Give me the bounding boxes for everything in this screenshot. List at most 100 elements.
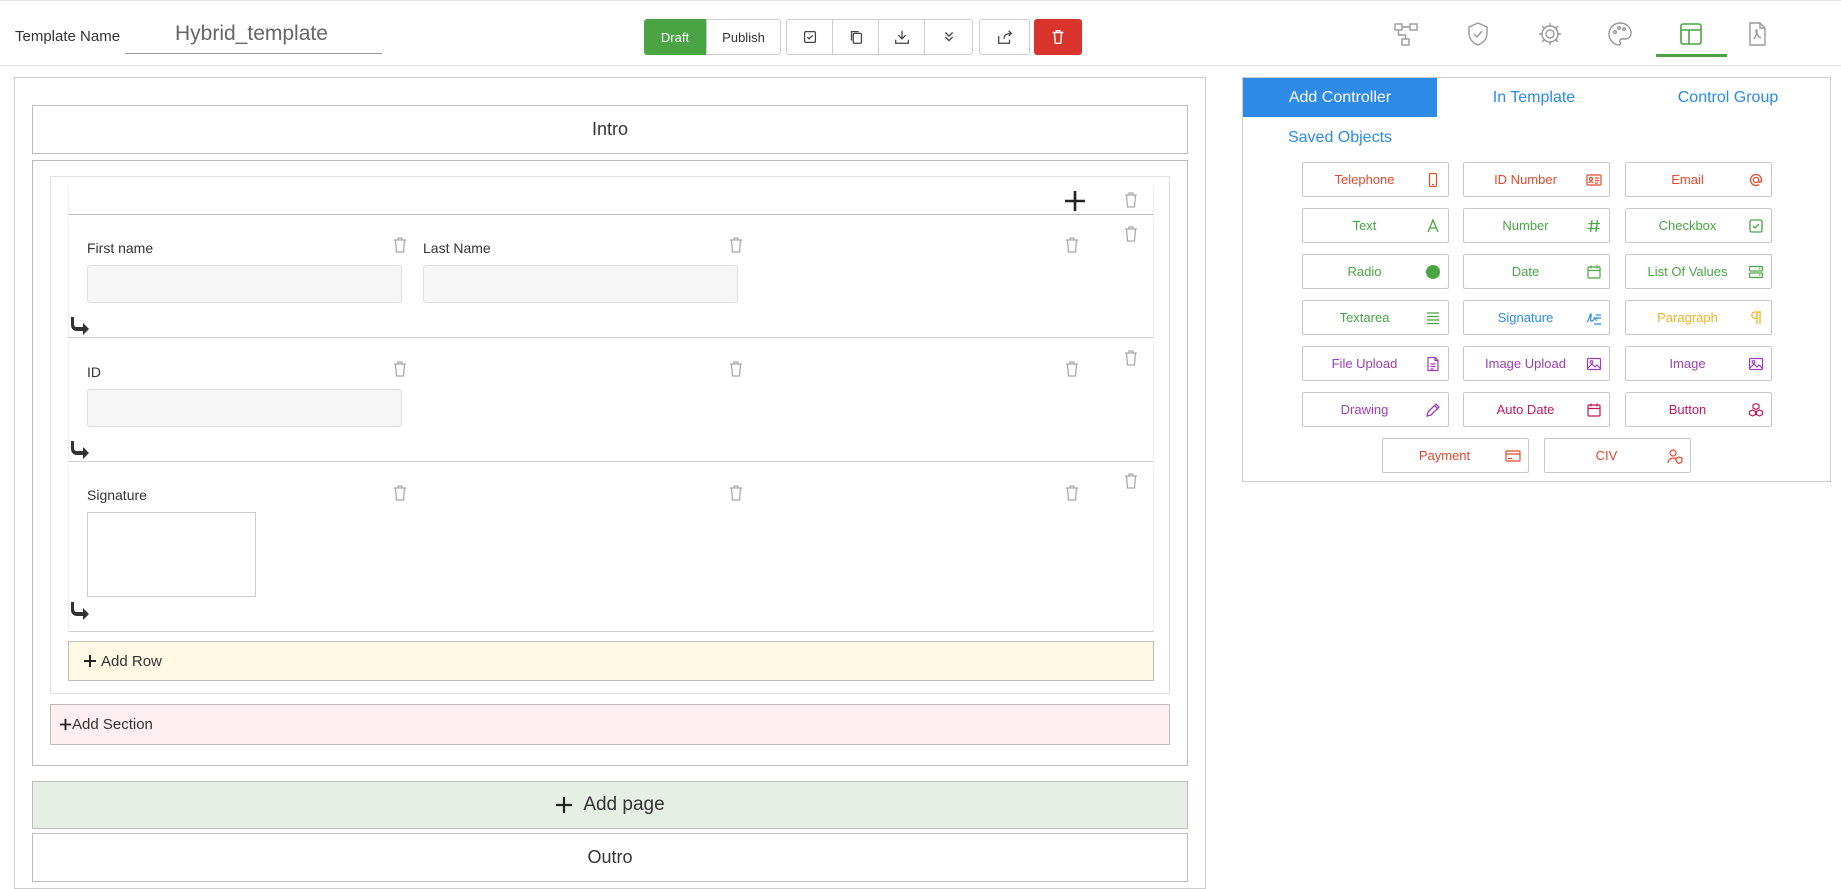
tab-in-template[interactable]: In Template [1437, 78, 1631, 117]
control-number[interactable]: Number [1463, 208, 1610, 243]
control-paragraph[interactable]: Paragraph [1625, 300, 1772, 335]
validate-button[interactable] [786, 19, 833, 55]
control-telephone[interactable]: Telephone [1302, 162, 1449, 197]
control-label: Radio [1347, 264, 1382, 279]
pilcrow-icon [1741, 310, 1771, 326]
lines-icon [1418, 310, 1448, 326]
checkbox-icon [1741, 218, 1771, 234]
intro-section[interactable]: Intro [32, 105, 1188, 154]
expand-button[interactable] [924, 19, 973, 55]
security-button[interactable] [1459, 16, 1497, 52]
share-icon [997, 30, 1012, 44]
arrow-icon [71, 441, 89, 459]
control-label: Button [1668, 402, 1707, 417]
trash-icon [1066, 237, 1078, 253]
delete-column-button[interactable] [1064, 360, 1080, 378]
trash-icon [1066, 361, 1078, 377]
control-drawing[interactable]: Drawing [1302, 392, 1449, 427]
move-row-handle[interactable] [68, 439, 90, 459]
control-textarea[interactable]: Textarea [1302, 300, 1449, 335]
id-card-icon [1579, 172, 1609, 188]
control-label: Number [1502, 218, 1549, 233]
signature-icon [1579, 310, 1609, 326]
expand-icon [944, 32, 953, 42]
control-email[interactable]: Email [1625, 162, 1772, 197]
at-icon [1741, 172, 1771, 188]
control-text[interactable]: Text [1302, 208, 1449, 243]
tab-add-controller[interactable]: Add Controller [1243, 78, 1437, 117]
control-payment[interactable]: Payment [1382, 438, 1529, 473]
field-label: ID [87, 364, 101, 380]
control-label: File Upload [1331, 356, 1398, 371]
publish-button[interactable]: Publish [706, 19, 781, 55]
control-label: Paragraph [1657, 310, 1718, 325]
trash-icon [730, 361, 742, 377]
add-row-button[interactable]: Add Row [68, 641, 1154, 681]
delete-field-button[interactable] [392, 360, 408, 378]
control-label: Drawing [1340, 402, 1389, 417]
delete-column-button[interactable] [728, 484, 744, 502]
control-button[interactable]: Button [1625, 392, 1772, 427]
trash-icon [1125, 226, 1137, 242]
first-name-field[interactable] [87, 265, 402, 303]
template-name-label: Template Name [15, 28, 121, 45]
draft-button[interactable]: Draft [644, 19, 706, 55]
control-file-upload[interactable]: File Upload [1302, 346, 1449, 381]
settings-button[interactable] [1531, 16, 1569, 52]
control-auto-date[interactable]: Auto Date [1463, 392, 1610, 427]
tab-saved-objects[interactable]: Saved Objects [1243, 118, 1437, 157]
delete-field-button[interactable] [392, 236, 408, 254]
share-button[interactable] [979, 19, 1030, 55]
trash-icon [394, 361, 406, 377]
workflow-button[interactable] [1387, 16, 1425, 52]
pdf-button[interactable] [1738, 16, 1776, 52]
tab-control-group[interactable]: Control Group [1631, 78, 1825, 117]
add-row-label: Add Row [101, 652, 162, 670]
control-radio[interactable]: Radio [1302, 254, 1449, 289]
add-section-button[interactable]: Add Section [50, 704, 1170, 745]
delete-row-button[interactable] [1123, 472, 1139, 490]
control-label: Checkbox [1658, 218, 1717, 233]
layout-button[interactable] [1672, 16, 1710, 52]
download-button[interactable] [878, 19, 925, 55]
delete-column-button[interactable] [1064, 236, 1080, 254]
control-checkbox[interactable]: Checkbox [1625, 208, 1772, 243]
image-icon [1741, 356, 1771, 372]
delete-section-button[interactable] [1123, 191, 1139, 209]
signature-pad[interactable] [87, 512, 256, 597]
delete-template-button[interactable] [1034, 19, 1082, 55]
control-label: Date [1511, 264, 1540, 279]
template-name-input[interactable] [125, 14, 382, 54]
delete-field-button[interactable] [728, 236, 744, 254]
image-icon [1579, 356, 1609, 372]
control-date[interactable]: Date [1463, 254, 1610, 289]
id-field[interactable] [87, 389, 402, 427]
control-image[interactable]: Image [1625, 346, 1772, 381]
delete-column-button[interactable] [1064, 484, 1080, 502]
outro-section[interactable]: Outro [32, 833, 1188, 882]
copy-icon [850, 30, 862, 44]
copy-button[interactable] [832, 19, 879, 55]
delete-row-button[interactable] [1123, 349, 1139, 367]
control-list-of-values[interactable]: List Of Values [1625, 254, 1772, 289]
delete-row-button[interactable] [1123, 225, 1139, 243]
delete-field-button[interactable] [392, 484, 408, 502]
last-name-field[interactable] [423, 265, 738, 303]
control-id-number[interactable]: ID Number [1463, 162, 1610, 197]
control-civ[interactable]: CIV [1544, 438, 1691, 473]
delete-icon [1052, 29, 1064, 45]
delete-column-button[interactable] [728, 360, 744, 378]
theme-button[interactable] [1601, 16, 1639, 52]
add-page-button[interactable]: Add page [32, 781, 1188, 829]
control-label: Image [1669, 356, 1706, 371]
control-image-upload[interactable]: Image Upload [1463, 346, 1610, 381]
add-column-button[interactable] [1062, 188, 1088, 214]
control-label: Image Upload [1485, 356, 1566, 371]
cubes-icon [1741, 402, 1771, 418]
move-row-handle[interactable] [68, 315, 90, 335]
control-signature[interactable]: Signature [1463, 300, 1610, 335]
radio-icon [1418, 264, 1448, 280]
file-icon [1418, 356, 1448, 372]
move-row-handle[interactable] [68, 600, 90, 620]
trash-icon [1125, 192, 1137, 208]
